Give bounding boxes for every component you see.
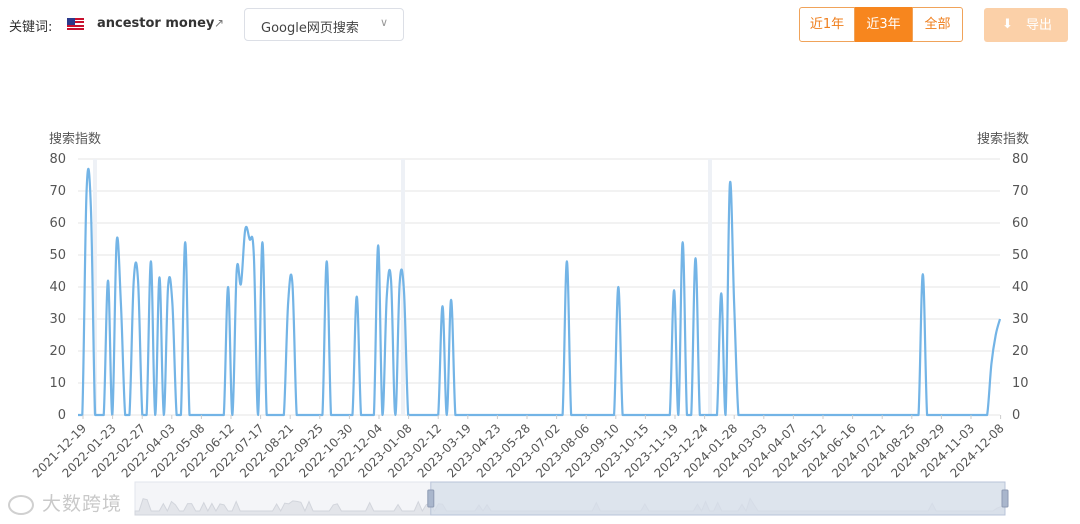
series-line xyxy=(77,167,1002,417)
y-tick-label-right: 60 xyxy=(1012,216,1029,231)
y-tick-label-right: 30 xyxy=(1012,312,1029,327)
watermark: 大数跨境 xyxy=(8,489,122,516)
toolbar: 关键词: ancestor money ↗ Google网页搜索 ∨ 近1年 近… xyxy=(0,0,1080,52)
y-tick-label-left: 40 xyxy=(49,280,66,295)
y-axis-title-right: 搜索指数 xyxy=(977,132,1030,147)
y-tick-label-left: 80 xyxy=(49,152,66,167)
y-axis-title-left: 搜索指数 xyxy=(49,132,102,147)
download-icon: ⬇ xyxy=(1002,17,1013,32)
y-tick-label-left: 20 xyxy=(49,344,66,359)
brand-logo-icon xyxy=(8,494,34,515)
y-tick-label-right: 70 xyxy=(1012,184,1029,199)
range-all-button[interactable]: 全部 xyxy=(912,7,963,42)
zoom-slider xyxy=(134,481,1009,516)
keyword-label: 关键词: xyxy=(9,20,53,35)
range-3y-button[interactable]: 近3年 xyxy=(855,7,912,42)
y-tick-label-left: 70 xyxy=(49,184,66,199)
range-1y-button[interactable]: 近1年 xyxy=(799,7,855,42)
y-tick-label-right: 80 xyxy=(1012,152,1029,167)
search-engine-value: Google网页搜索 xyxy=(261,21,359,36)
x-axis: 2021-12-192022-01-232022-02-272022-04-03… xyxy=(30,415,1007,480)
keyword-text: ancestor money xyxy=(97,16,215,31)
y-tick-label-left: 50 xyxy=(49,248,66,263)
y-tick-label-left: 0 xyxy=(58,408,66,423)
chevron-down-icon: ∨ xyxy=(380,16,389,29)
external-link-icon[interactable]: ↗ xyxy=(214,16,224,30)
y-axis-left: 0 10 20 30 40 50 60 70 80 xyxy=(49,152,66,423)
export-button[interactable]: ⬇ 导出 xyxy=(984,8,1068,42)
plot-area xyxy=(77,167,1002,417)
zoom-window[interactable] xyxy=(430,481,1006,516)
zoom-handle-right[interactable] xyxy=(1001,489,1009,508)
y-tick-label-left: 30 xyxy=(49,312,66,327)
y-tick-label-right: 20 xyxy=(1012,344,1029,359)
us-flag-icon xyxy=(67,18,84,30)
export-label: 导出 xyxy=(1026,18,1053,33)
y-tick-label-left: 10 xyxy=(49,376,66,391)
y-tick-label-right: 40 xyxy=(1012,280,1029,295)
y-tick-label-right: 10 xyxy=(1012,376,1029,391)
y-tick-label-left: 60 xyxy=(49,216,66,231)
search-index-chart: 0 10 20 30 40 50 60 70 80 0 10 20 30 40 50 60 70 80 2021… xyxy=(30,152,1029,516)
y-tick-label-right: 0 xyxy=(1012,408,1020,423)
search-engine-select[interactable]: Google网页搜索 ∨ xyxy=(244,8,404,41)
watermark-text: 大数跨境 xyxy=(42,493,123,515)
y-axis-right: 0 10 20 30 40 50 60 70 80 xyxy=(1012,152,1029,423)
y-tick-label-right: 50 xyxy=(1012,248,1029,263)
zoom-handle-left[interactable] xyxy=(427,489,435,508)
chart-grid xyxy=(78,158,1000,416)
